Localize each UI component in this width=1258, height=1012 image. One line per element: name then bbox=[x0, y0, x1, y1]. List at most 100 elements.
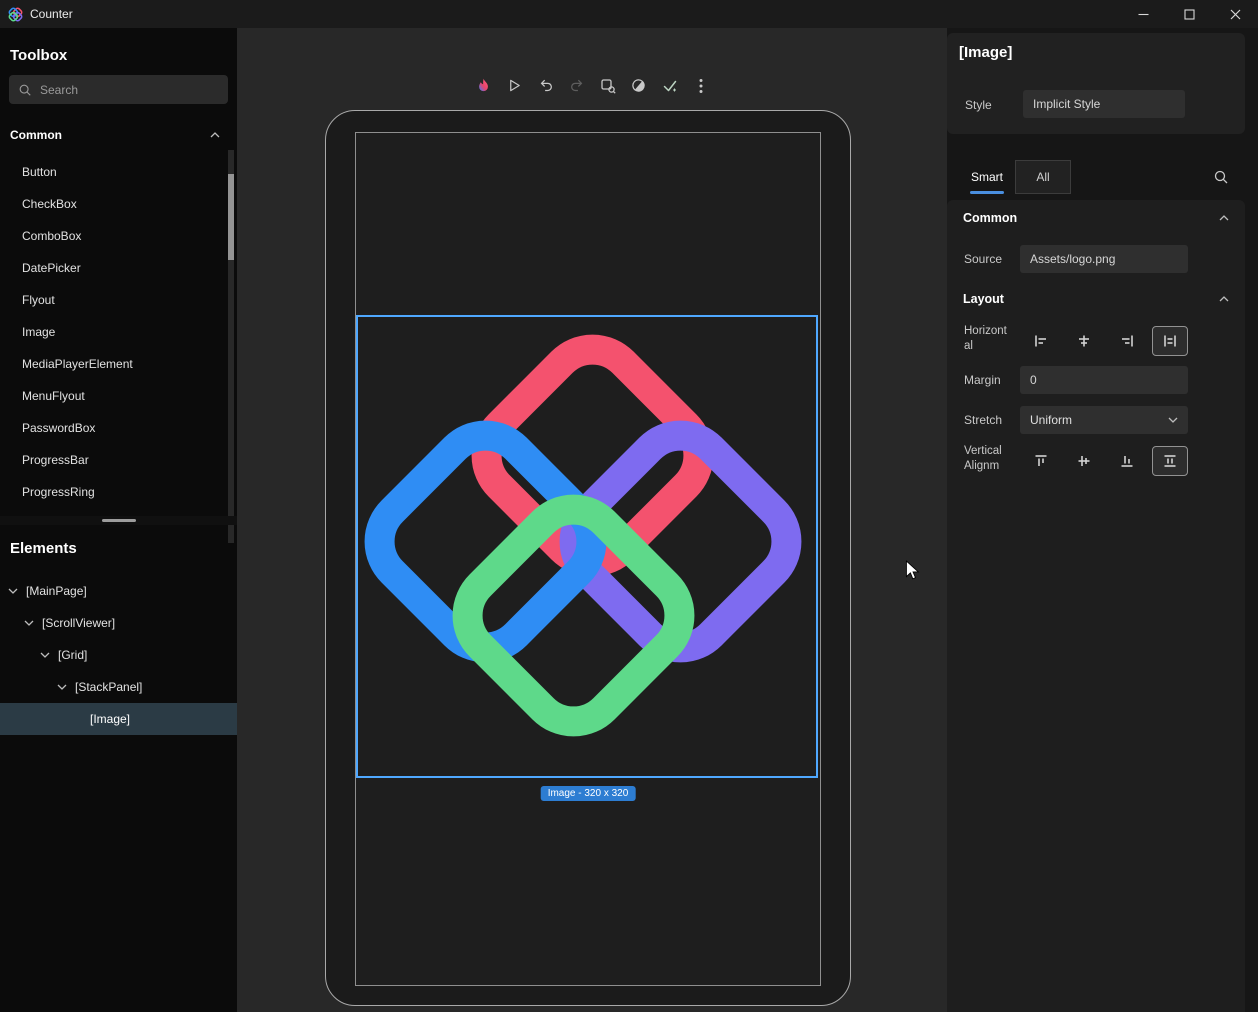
align-horizontal-left-icon[interactable] bbox=[1023, 326, 1059, 356]
tree-item-mainpage[interactable]: [MainPage] bbox=[0, 575, 237, 607]
section-common[interactable]: Common bbox=[963, 211, 1229, 225]
vertical-alignment-group bbox=[1023, 446, 1188, 476]
redo-icon[interactable] bbox=[563, 72, 590, 99]
left-sidebar: Toolbox Common Button CheckBox ComboBox … bbox=[0, 28, 237, 1012]
toolbox-item-button[interactable]: Button bbox=[0, 156, 228, 188]
properties-search-icon[interactable] bbox=[1213, 169, 1229, 185]
vertical-alignment-label: Vertical Alignm bbox=[964, 444, 1010, 474]
toolbox-list: Button CheckBox ComboBox DatePicker Flyo… bbox=[0, 156, 228, 508]
image-selection[interactable] bbox=[356, 315, 818, 778]
tree-item-grid[interactable]: [Grid] bbox=[0, 639, 237, 671]
align-vertical-top-icon[interactable] bbox=[1023, 446, 1059, 476]
search-icon bbox=[18, 83, 32, 97]
style-input[interactable] bbox=[1023, 90, 1185, 118]
canvas-toolbar bbox=[470, 72, 714, 99]
properties-header-card: [Image] Style bbox=[947, 33, 1245, 134]
align-horizontal-stretch-icon[interactable] bbox=[1152, 326, 1188, 356]
tree-item-image[interactable]: [Image] bbox=[0, 703, 237, 735]
chevron-up-icon[interactable] bbox=[210, 132, 220, 138]
stretch-value: Uniform bbox=[1030, 413, 1072, 427]
toolbox-section-common[interactable]: Common bbox=[10, 128, 220, 142]
tree-item-scrollviewer[interactable]: [ScrollViewer] bbox=[0, 607, 237, 639]
tab-all-label: All bbox=[1036, 170, 1049, 184]
source-input[interactable] bbox=[1020, 245, 1188, 273]
mouse-cursor bbox=[905, 560, 920, 581]
validate-icon[interactable] bbox=[656, 72, 683, 99]
tab-smart[interactable]: Smart bbox=[959, 160, 1015, 194]
title-bar: Counter bbox=[0, 0, 1258, 28]
tab-all[interactable]: All bbox=[1015, 160, 1071, 194]
toolbox-item-mediaplayerelement[interactable]: MediaPlayerElement bbox=[0, 348, 228, 380]
minimize-button[interactable] bbox=[1120, 0, 1166, 28]
section-layout-label: Layout bbox=[963, 292, 1004, 306]
tree-item-stackpanel[interactable]: [StackPanel] bbox=[0, 671, 237, 703]
maximize-button[interactable] bbox=[1166, 0, 1212, 28]
chevron-down-icon[interactable] bbox=[40, 652, 50, 658]
properties-tabs: Smart All bbox=[959, 160, 1071, 194]
align-vertical-stretch-icon[interactable] bbox=[1152, 446, 1188, 476]
section-label: Common bbox=[10, 128, 62, 142]
toolbox-item-progressring[interactable]: ProgressRing bbox=[0, 476, 228, 508]
align-horizontal-center-icon[interactable] bbox=[1066, 326, 1102, 356]
selection-size-badge: Image - 320 x 320 bbox=[541, 786, 636, 801]
hot-design-flame-icon[interactable] bbox=[470, 72, 497, 99]
section-layout[interactable]: Layout bbox=[963, 292, 1229, 306]
properties-body-card: Common Source Layout Horizontal bbox=[947, 200, 1245, 1012]
inspect-icon[interactable] bbox=[594, 72, 621, 99]
chevron-down-icon[interactable] bbox=[57, 684, 67, 690]
tree-item-label: [StackPanel] bbox=[75, 680, 142, 694]
device-screen[interactable]: Image - 320 x 320 bbox=[355, 132, 821, 986]
close-button[interactable] bbox=[1212, 0, 1258, 28]
theme-toggle-icon[interactable] bbox=[625, 72, 652, 99]
app-window: Counter Toolbox Common bbox=[0, 0, 1258, 1012]
app-logo-icon bbox=[7, 6, 23, 22]
search-input[interactable] bbox=[40, 83, 219, 97]
tab-smart-label: Smart bbox=[971, 170, 1003, 184]
toolbox-item-progressbar[interactable]: ProgressBar bbox=[0, 444, 228, 476]
panel-splitter[interactable] bbox=[0, 516, 237, 525]
toolbox-item-flyout[interactable]: Flyout bbox=[0, 284, 228, 316]
style-label: Style bbox=[965, 98, 992, 112]
chevron-down-icon[interactable] bbox=[8, 588, 18, 594]
stretch-dropdown[interactable]: Uniform bbox=[1020, 406, 1188, 434]
align-vertical-bottom-icon[interactable] bbox=[1109, 446, 1145, 476]
align-vertical-center-icon[interactable] bbox=[1066, 446, 1102, 476]
align-horizontal-right-icon[interactable] bbox=[1109, 326, 1145, 356]
toolbox-search[interactable] bbox=[9, 75, 228, 104]
toolbox-item-passwordbox[interactable]: PasswordBox bbox=[0, 412, 228, 444]
margin-label: Margin bbox=[964, 373, 1001, 387]
elements-tree: [MainPage] [ScrollViewer] [Grid] [StackP… bbox=[0, 575, 237, 735]
toolbox-item-checkbox[interactable]: CheckBox bbox=[0, 188, 228, 220]
toolbox-title: Toolbox bbox=[10, 47, 67, 64]
splitter-grip-icon bbox=[102, 519, 136, 522]
tree-item-label: [Grid] bbox=[58, 648, 87, 662]
toolbox-scrollbar-thumb[interactable] bbox=[228, 174, 234, 260]
device-frame: Image - 320 x 320 bbox=[325, 110, 851, 1006]
toolbox-item-combobox[interactable]: ComboBox bbox=[0, 220, 228, 252]
source-label: Source bbox=[964, 252, 1002, 266]
stretch-label: Stretch bbox=[964, 413, 1002, 427]
chevron-up-icon[interactable] bbox=[1219, 296, 1229, 302]
tree-item-label: [ScrollViewer] bbox=[42, 616, 115, 630]
section-common-label: Common bbox=[963, 211, 1017, 225]
elements-title: Elements bbox=[10, 540, 77, 557]
design-canvas[interactable]: Image - 320 x 320 bbox=[237, 28, 947, 1012]
toolbox-item-image[interactable]: Image bbox=[0, 316, 228, 348]
chevron-up-icon[interactable] bbox=[1219, 215, 1229, 221]
play-icon[interactable] bbox=[501, 72, 528, 99]
toolbox-item-datepicker[interactable]: DatePicker bbox=[0, 252, 228, 284]
chevron-down-icon[interactable] bbox=[24, 620, 34, 626]
selected-element-title: [Image] bbox=[959, 44, 1012, 61]
horizontal-alignment-group bbox=[1023, 326, 1188, 356]
margin-input[interactable] bbox=[1020, 366, 1188, 394]
toolbox-item-menuflyout[interactable]: MenuFlyout bbox=[0, 380, 228, 412]
active-tab-indicator bbox=[970, 191, 1004, 194]
window-title: Counter bbox=[30, 7, 73, 21]
toolbox-scrollbar[interactable] bbox=[228, 150, 234, 543]
undo-icon[interactable] bbox=[532, 72, 559, 99]
properties-panel: [Image] Style Smart All Common Sourc bbox=[947, 28, 1258, 1012]
chevron-down-icon bbox=[1168, 417, 1178, 423]
more-icon[interactable] bbox=[687, 72, 714, 99]
horizontal-alignment-label: Horizontal bbox=[964, 324, 1010, 354]
tree-item-label: [MainPage] bbox=[26, 584, 87, 598]
